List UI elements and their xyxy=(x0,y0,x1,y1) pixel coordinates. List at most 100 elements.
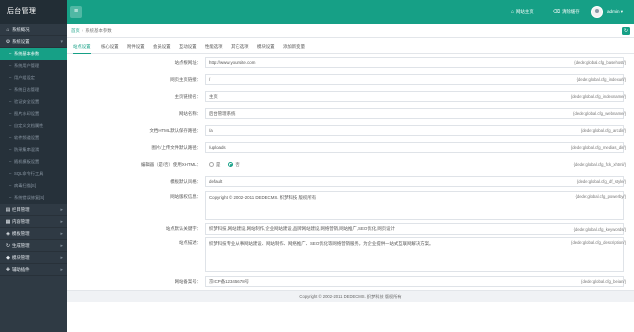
sidebar-subitem-label: 病毒扫描[S] xyxy=(14,183,36,188)
chevron-right-icon: ▸ xyxy=(60,267,63,273)
sidebar-subitem[interactable]: – 病毒扫描[S] xyxy=(0,180,67,192)
setting-row: 站点描述： 织梦科技专业从事网站建设、网站制作、网络推广、SEO优化等网络营销服… xyxy=(67,237,634,272)
chevron-right-icon: ▸ xyxy=(60,243,63,249)
chevron-right-icon: ▸ xyxy=(60,255,63,261)
sidebar-group-label: 辅助插件 xyxy=(12,267,30,272)
refresh-button[interactable]: ↻ xyxy=(622,27,630,35)
sidebar-group-plugins[interactable]: ✚ 辅助插件 ▸ xyxy=(0,264,67,276)
setting-variable: {dede:global.cfg_indexname/} xyxy=(570,94,626,99)
avatar[interactable] xyxy=(591,6,603,18)
chevron-right-icon: ▸ xyxy=(60,207,63,213)
site-name-input[interactable]: 后台管理系统 xyxy=(205,108,624,119)
setting-row: 网站名称： 后台管理系统 {dede:global.cfg_webname/} xyxy=(67,108,634,119)
sidebar-subitem-label: 验证安全设置 xyxy=(14,99,40,104)
home-link[interactable]: ⌂ 网站主页 xyxy=(511,0,534,24)
style-select[interactable]: default xyxy=(205,176,624,187)
tab-performance[interactable]: 性能选项 xyxy=(205,42,223,54)
setting-variable: {dede:global.cfg_fck_xhtml/} xyxy=(573,162,626,167)
sidebar-item-overview[interactable]: ⌂ 系统概况 xyxy=(0,24,67,36)
sidebar-group-modules[interactable]: ◆ 模块管理 ▸ xyxy=(0,252,67,264)
sidebar-group-label: 模板管理 xyxy=(12,231,30,236)
sidebar-section-system[interactable]: ⚙ 系统设置 ▾ xyxy=(0,36,67,48)
sidebar: 后台管理 ⌂ 系统概况 ⚙ 系统设置 ▾ – 系统基本参数 – 系统用户管理 – 用户组设… xyxy=(0,0,67,332)
setting-row: 站点根网址： http://www.yoursite.com {dede:glo… xyxy=(67,57,634,68)
setting-variable: {dede:global.cfg_df_style/} xyxy=(576,179,626,184)
tab-interact[interactable]: 互动设置 xyxy=(179,42,197,54)
radio-no[interactable] xyxy=(228,162,234,167)
sidebar-subitem[interactable]: – 系统错误修复[S] xyxy=(0,192,67,204)
template-icon: ◈ xyxy=(6,231,10,237)
upload-dir-input[interactable]: /uploads xyxy=(205,142,624,153)
sidebar-group-label: 栏目管理 xyxy=(12,207,30,212)
sidebar-group-templates[interactable]: ◈ 模板管理 ▸ xyxy=(0,228,67,240)
list-icon: ▤ xyxy=(5,207,11,213)
radio-yes[interactable] xyxy=(209,162,214,167)
setting-variable: {dede:global.cfg_keywords/} xyxy=(573,226,626,232)
breadcrumb: 首页 › 系统基本参数 xyxy=(71,24,112,38)
tab-other[interactable]: 其它选项 xyxy=(231,42,249,54)
top-bar: ≡ ⌂ 网站主页 ⌫ 清除缓存 admin ▾ xyxy=(67,0,634,24)
sidebar-subitem[interactable]: – 系统用户管理 xyxy=(0,60,67,72)
clear-cache-link[interactable]: ⌫ 清除缓存 xyxy=(553,0,580,24)
sidebar-subitem[interactable]: – 图片水印设置 xyxy=(0,108,67,120)
sidebar-group-label: 生成管理 xyxy=(12,243,30,248)
sidebar-subitem[interactable]: – 防采集串混淆 xyxy=(0,144,67,156)
setting-row: 网站备案号： 京ICP备12345678号 {dede:global.cfg_b… xyxy=(67,276,634,287)
sidebar-subitem[interactable]: – 软件频道设置 xyxy=(0,132,67,144)
sidebar-group-columns[interactable]: ▤ 栏目管理 ▸ xyxy=(0,204,67,216)
sidebar-subitem[interactable]: – 系统日志管理 xyxy=(0,84,67,96)
tab-module[interactable]: 模块设置 xyxy=(257,42,275,54)
sidebar-subitem-label: 系统基本参数 xyxy=(14,51,40,56)
radio-yes-label: 是 xyxy=(216,161,221,167)
refresh-icon: ↻ xyxy=(623,28,629,34)
setting-row: 网站版权信息： Copyright © 2002-2011 DEDECMS. 织… xyxy=(67,191,634,220)
menu-toggle-button[interactable]: ≡ xyxy=(70,6,82,18)
chevron-right-icon: ▸ xyxy=(60,231,63,237)
sidebar-subitem[interactable]: – 自定义文档属性 xyxy=(0,120,67,132)
gear-icon: ⚙ xyxy=(5,39,11,45)
sidebar-subitem[interactable]: – 随机模板设置 xyxy=(0,156,67,168)
index-name-input[interactable]: 主页 xyxy=(205,91,624,102)
setting-variable: {dede:global.cfg_description/} xyxy=(571,240,626,245)
sidebar-subitem-label: SQL命令行工具 xyxy=(14,171,44,176)
document-icon: ▦ xyxy=(5,219,11,225)
setting-label: 站点描述： xyxy=(179,240,201,245)
sidebar-subitem-label: 自定义文档属性 xyxy=(14,123,44,128)
setting-label: 主页链接名： xyxy=(174,93,201,99)
tab-site[interactable]: 站点设置 xyxy=(73,42,91,54)
sidebar-subitem-label: 软件频道设置 xyxy=(14,135,40,140)
home-icon: ⌂ xyxy=(511,9,515,15)
sidebar-subitem[interactable]: – 验证安全设置 xyxy=(0,96,67,108)
site-url-input[interactable]: http://www.yoursite.com xyxy=(205,57,624,68)
user-menu[interactable]: admin ▾ xyxy=(607,0,623,24)
copyright-textarea[interactable]: Copyright © 2002-2011 DEDECMS. 织梦科技 版权所有 xyxy=(205,191,624,220)
tab-member[interactable]: 会员设置 xyxy=(153,42,171,54)
breadcrumb-separator: › xyxy=(81,28,84,33)
chevron-right-icon: ▸ xyxy=(60,219,63,225)
keywords-input[interactable]: 织梦科技,网站建设,网站制作,企业网站建设,品牌网站建设,网络营销,网站推广,S… xyxy=(205,223,624,235)
setting-label: 网站版权信息： xyxy=(170,194,201,199)
breadcrumb-bar: 首页 › 系统基本参数 ↻ xyxy=(67,24,634,38)
tab-attachment[interactable]: 附件设置 xyxy=(127,42,145,54)
setting-row: 模板默认风格： default {dede:global.cfg_df_styl… xyxy=(67,176,634,187)
cube-icon: ◆ xyxy=(6,255,10,261)
setting-variable: {dede:global.cfg_powerby/} xyxy=(575,194,626,199)
html-dir-input[interactable]: /a xyxy=(205,125,624,136)
sidebar-group-content[interactable]: ▦ 内容管理 ▸ xyxy=(0,216,67,228)
tab-add-variable[interactable]: 添加新变量 xyxy=(283,42,305,54)
setting-label: 编辑器（是/否）使用XHTML： xyxy=(140,161,201,167)
sidebar-subitem[interactable]: – 系统基本参数 xyxy=(0,48,67,60)
icp-input[interactable]: 京ICP备12345678号 xyxy=(205,276,624,287)
breadcrumb-current: 系统基本参数 xyxy=(85,28,112,33)
sidebar-subitem-label: 系统错误修复[S] xyxy=(14,195,45,200)
index-url-input[interactable]: / xyxy=(205,74,624,85)
sidebar-group-generate[interactable]: ↻ 生成管理 ▸ xyxy=(0,240,67,252)
tab-core[interactable]: 核心设置 xyxy=(101,42,119,54)
sidebar-subitem[interactable]: – 用户组设定 xyxy=(0,72,67,84)
sidebar-subitem-label: 防采集串混淆 xyxy=(14,147,40,152)
breadcrumb-home[interactable]: 首页 xyxy=(71,28,80,33)
sidebar-subitem[interactable]: – SQL命令行工具 xyxy=(0,168,67,180)
setting-label: 图片/上传文件默认路径： xyxy=(151,144,201,150)
description-textarea[interactable]: 织梦科技专业从事网站建设、网站制作、网络推广、SEO优化等网络营销服务，为企业提… xyxy=(205,237,624,272)
sidebar-subitem-label: 随机模板设置 xyxy=(14,159,40,164)
